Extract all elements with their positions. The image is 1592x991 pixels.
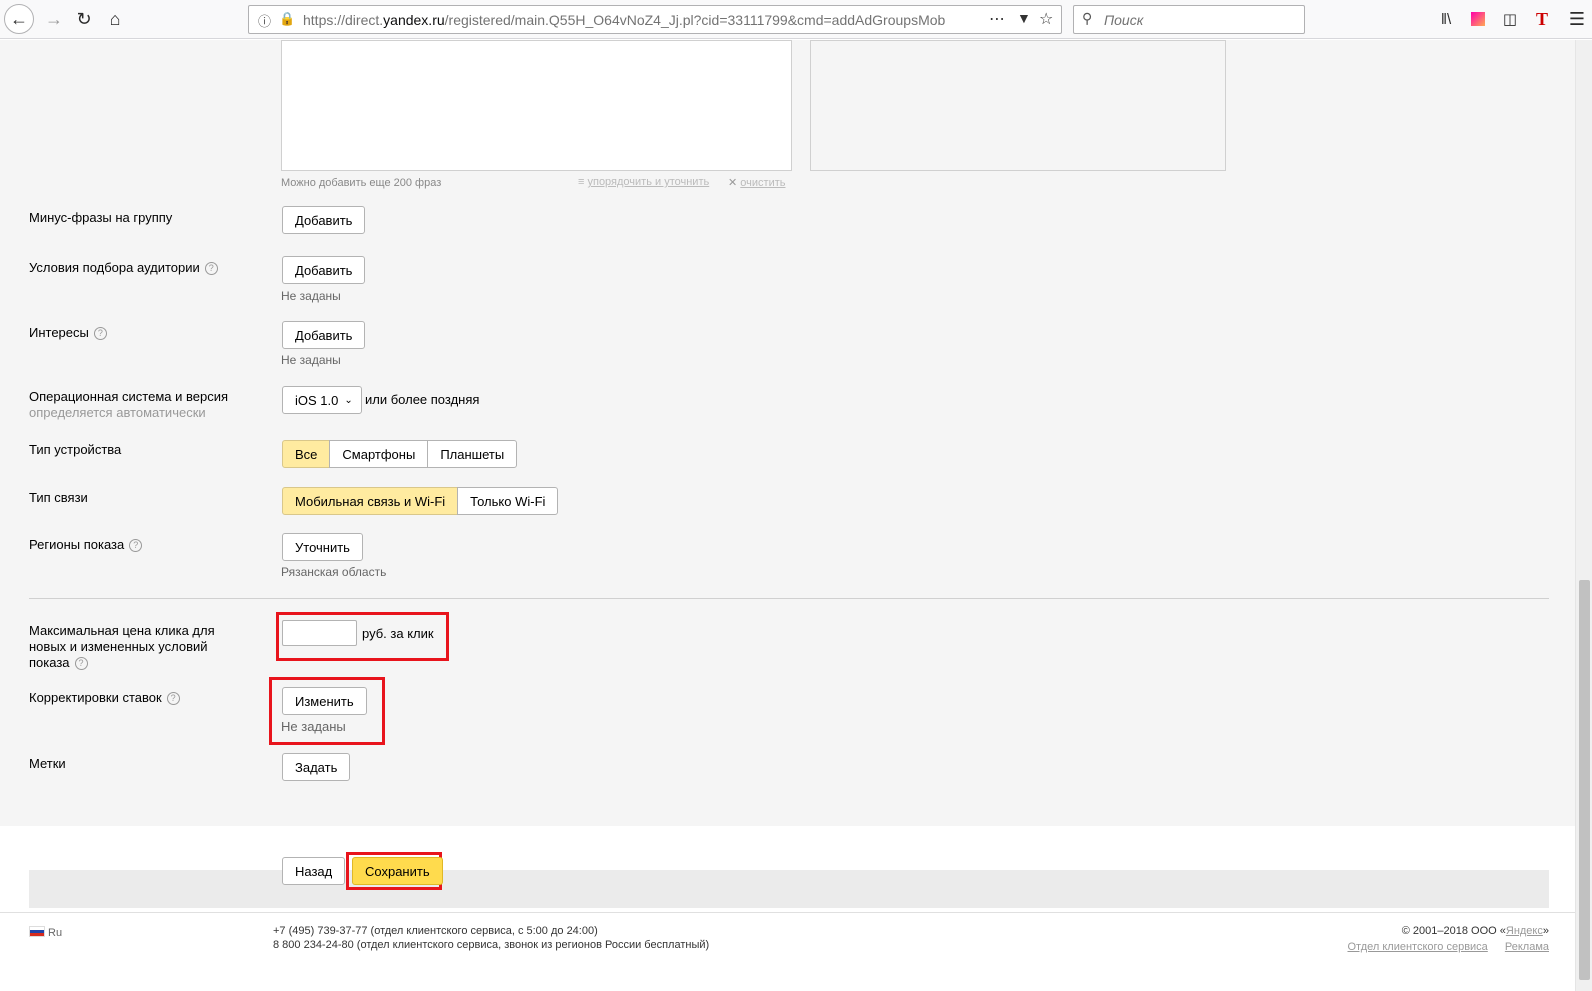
connection-type-selector: Мобильная связь и Wi-Fi Только Wi-Fi (282, 487, 559, 515)
page-content: Можно добавить еще 200 фраз ≡ упорядочит… (0, 40, 1575, 991)
audience-label: Условия подбора аудитории? (29, 260, 218, 276)
close-icon: ✕ (728, 177, 738, 189)
copyright-prefix: © 2001–2018 ООО « (1401, 925, 1506, 937)
device-option-tablets[interactable]: Планшеты (427, 440, 518, 468)
connection-option-mobile-wifi[interactable]: Мобильная связь и Wi-Fi (282, 487, 459, 515)
phrases-hint: Можно добавить еще 200 фраз (281, 177, 442, 189)
back-button[interactable]: Назад (282, 857, 346, 885)
section-divider (29, 598, 1549, 599)
os-version-select[interactable]: iOS 1.0 ⌄ (282, 386, 362, 414)
max-price-label-line3: показа (29, 655, 70, 670)
language-label: Ru (48, 927, 63, 939)
save-button[interactable]: Сохранить (352, 857, 443, 885)
russia-flag-icon (29, 926, 45, 937)
bookmark-star-icon[interactable]: ☆ (1039, 9, 1053, 29)
os-label: Операционная система и версия (29, 389, 228, 404)
sort-phrases-link[interactable]: ≡ упорядочить и уточнить (578, 176, 709, 188)
sort-phrases-label: упорядочить и уточнить (587, 176, 710, 188)
device-type-selector: Все Смартфоны Планшеты (282, 440, 518, 468)
forward-arrow-icon[interactable]: → (40, 5, 68, 33)
translate-icon[interactable]: T (1528, 5, 1556, 33)
change-bid-adjust-button[interactable]: Изменить (282, 687, 367, 715)
back-arrow-icon[interactable]: ← (4, 4, 34, 34)
interests-label-text: Интересы (29, 325, 89, 340)
phone-line-2: 8 800 234-24-80 (отдел клиентского серви… (273, 939, 710, 951)
info-icon[interactable]: ⓘ (258, 11, 271, 30)
device-option-smartphones[interactable]: Смартфоны (329, 440, 429, 468)
connection-option-wifi-only[interactable]: Только Wi-Fi (457, 487, 559, 515)
phrases-preview-area (810, 40, 1226, 171)
pocket-icon[interactable]: ▼ (1017, 10, 1031, 26)
extension-icon[interactable] (1464, 5, 1492, 33)
library-icon[interactable]: ‖\ (1432, 5, 1460, 33)
search-icon: ⚲ (1082, 10, 1093, 26)
more-icon[interactable]: ⋯ (989, 9, 1005, 29)
sort-icon: ≡ (578, 176, 585, 188)
regions-label: Регионы показа? (29, 537, 143, 553)
regions-label-text: Регионы показа (29, 537, 125, 552)
footer-right: © 2001–2018 ООО «Яндекс» Отдел клиентско… (1249, 924, 1549, 954)
page-scrollbar[interactable] (1575, 40, 1592, 991)
add-interests-button[interactable]: Добавить (282, 321, 366, 349)
os-suffix: или более поздняя (365, 392, 480, 407)
bid-adjust-status: Не заданы (281, 719, 346, 734)
refine-regions-button[interactable]: Уточнить (282, 533, 363, 561)
browser-toolbar: ← → ↻ ⌂ ⓘ 🔒 https://direct.yandex.ru/reg… (0, 0, 1592, 39)
copyright-suffix: » (1542, 925, 1549, 937)
regions-value: Рязанская область (281, 565, 387, 579)
connection-type-label: Тип связи (29, 490, 88, 505)
sidebar-icon[interactable]: ◫ (1496, 5, 1524, 33)
max-price-label: Максимальная цена клика для новых и изме… (29, 623, 215, 671)
search-placeholder: Поиск (1104, 12, 1144, 28)
url-bar[interactable]: ⓘ 🔒 https://direct.yandex.ru/registered/… (248, 5, 1062, 34)
tags-label: Метки (29, 756, 66, 771)
minus-phrases-label: Минус-фразы на группу (29, 210, 173, 225)
chevron-down-icon: ⌄ (344, 394, 353, 406)
max-price-label-line1: Максимальная цена клика для (29, 623, 215, 638)
max-price-label-line2: новых и измененных условий (29, 639, 208, 654)
os-sublabel: определяется автоматически (29, 405, 206, 420)
home-icon[interactable]: ⌂ (101, 5, 129, 33)
lock-icon: 🔒 (279, 11, 296, 26)
help-icon[interactable]: ? (74, 657, 88, 670)
interests-status: Не заданы (281, 353, 341, 367)
help-icon[interactable]: ? (204, 262, 218, 275)
help-icon[interactable]: ? (166, 692, 180, 705)
bid-adjust-label-text: Корректировки ставок (29, 690, 162, 705)
interests-label: Интересы? (29, 325, 107, 341)
reload-icon[interactable]: ↻ (70, 5, 98, 33)
audience-status: Не заданы (281, 289, 341, 303)
max-price-input[interactable] (282, 620, 357, 646)
phrases-textarea[interactable] (281, 40, 792, 171)
ads-link[interactable]: Реклама (1505, 941, 1549, 953)
yandex-link[interactable]: Яндекс (1506, 925, 1543, 937)
footer: Ru +7 (495) 739-37-77 (отдел клиентского… (0, 912, 1575, 991)
clear-phrases-label: очистить (740, 177, 786, 189)
set-tags-button[interactable]: Задать (282, 753, 351, 781)
url-text: https://direct.yandex.ru/registered/main… (303, 12, 946, 28)
search-bar[interactable]: ⚲ Поиск (1073, 5, 1305, 34)
add-audience-button[interactable]: Добавить (282, 256, 366, 284)
menu-icon[interactable]: ☰ (1563, 5, 1591, 33)
help-icon[interactable]: ? (93, 327, 107, 340)
max-price-suffix: руб. за клик (362, 626, 434, 641)
os-version-value: iOS 1.0 (295, 392, 339, 408)
language-switch[interactable]: Ru (29, 926, 62, 939)
device-option-all[interactable]: Все (282, 440, 331, 468)
scrollbar-thumb[interactable] (1579, 580, 1590, 980)
phone-line-1: +7 (495) 739-37-77 (отдел клиентского се… (273, 925, 598, 937)
audience-label-text: Условия подбора аудитории (29, 260, 200, 275)
help-icon[interactable]: ? (129, 539, 143, 552)
support-link[interactable]: Отдел клиентского сервиса (1347, 941, 1487, 953)
contact-phones: +7 (495) 739-37-77 (отдел клиентского се… (273, 924, 709, 952)
copyright: © 2001–2018 ООО «Яндекс» (1249, 924, 1549, 938)
bid-adjust-label: Корректировки ставок? (29, 690, 180, 706)
device-type-label: Тип устройства (29, 442, 122, 457)
clear-phrases-link[interactable]: ✕ очистить (728, 176, 785, 189)
add-minus-phrases-button[interactable]: Добавить (282, 206, 366, 234)
action-bar (29, 870, 1549, 908)
